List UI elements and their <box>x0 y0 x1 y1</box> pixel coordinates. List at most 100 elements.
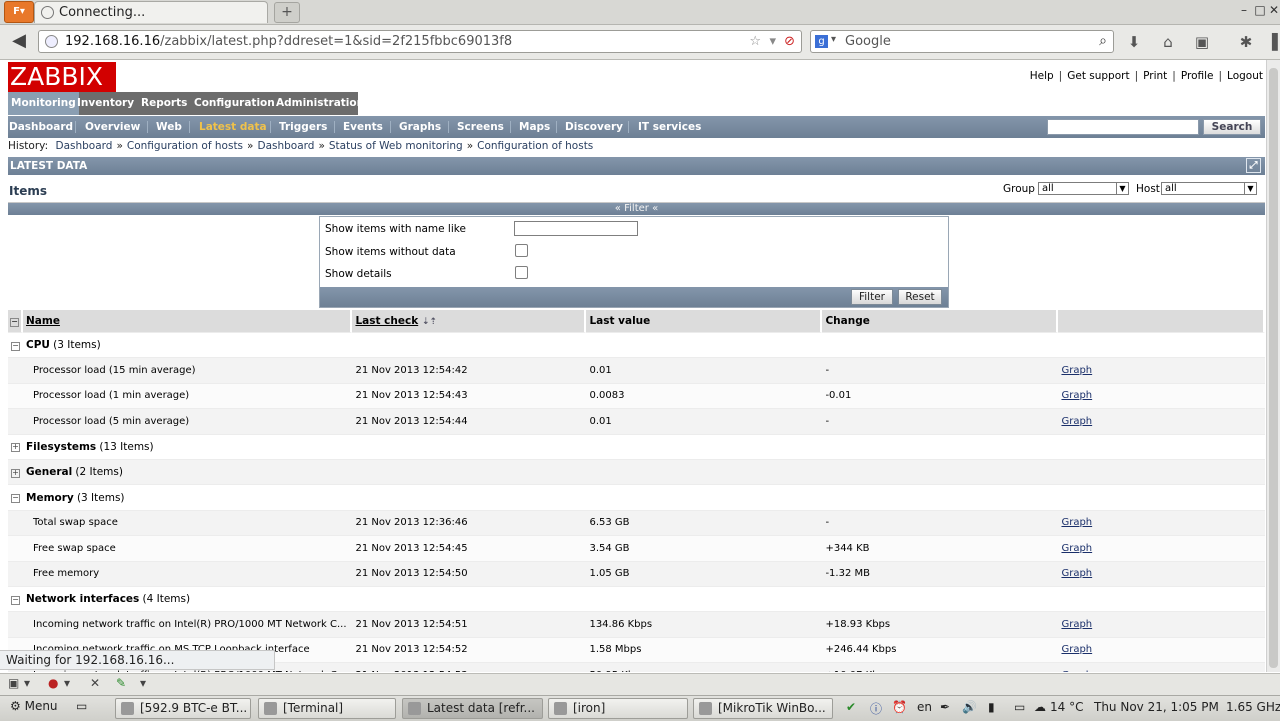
alarm-icon[interactable]: ⏰ <box>892 700 907 714</box>
new-tab-button[interactable]: + <box>274 2 300 23</box>
graph-link-cell[interactable]: Graph <box>1058 383 1265 410</box>
graph-link[interactable]: Graph <box>1061 390 1092 401</box>
info-icon[interactable]: ⓘ <box>870 700 882 717</box>
fullscreen-icon[interactable]: ⤢ <box>1246 158 1261 173</box>
graph-link[interactable]: Graph <box>1061 365 1092 376</box>
plugin-icon[interactable]: ✎ <box>116 676 126 690</box>
graph-link-cell[interactable]: Graph <box>1058 561 1265 587</box>
shield-icon[interactable]: ✔ <box>846 700 856 714</box>
profile-link[interactable]: Profile <box>1181 70 1214 82</box>
group-row[interactable]: − Network interfaces (4 Items) <box>8 586 1265 613</box>
collapse-icon[interactable]: − <box>11 341 20 351</box>
scrollbar-thumb[interactable] <box>1269 68 1278 668</box>
graph-link-cell[interactable]: Graph <box>1058 510 1265 537</box>
group-toggle-cell[interactable]: + <box>8 459 23 486</box>
clock[interactable]: Thu Nov 21, 1:05 PM <box>1094 700 1219 714</box>
history-link[interactable]: Configuration of hosts <box>477 140 593 152</box>
menu-reports[interactable]: Reports <box>138 92 190 115</box>
group-row[interactable]: + Filesystems (13 Items) <box>8 434 1265 460</box>
graph-link-cell[interactable]: Graph <box>1058 663 1265 672</box>
graph-link-cell[interactable]: Graph <box>1058 358 1265 384</box>
zabbix-search-button[interactable]: Search <box>1203 119 1261 135</box>
reset-button[interactable]: Reset <box>898 289 942 305</box>
collapse-icon[interactable]: − <box>11 494 20 504</box>
battery-icon[interactable]: ▭ <box>1014 700 1025 714</box>
close-icon[interactable]: ✕ <box>90 676 100 690</box>
graph-link[interactable]: Graph <box>1061 619 1092 630</box>
zabbix-search-input[interactable] <box>1047 119 1199 135</box>
graph-link[interactable]: Graph <box>1061 543 1092 554</box>
group-row[interactable]: − CPU (3 Items) <box>8 333 1265 359</box>
filter-toggle-bar[interactable]: « Filter « <box>8 203 1265 215</box>
addon-icon[interactable]: ▣ <box>1192 33 1212 51</box>
history-link[interactable]: Dashboard <box>257 140 314 152</box>
collapse-all-icon[interactable]: − <box>10 318 19 327</box>
name-header-label[interactable]: Name <box>23 315 60 327</box>
desktop-icon[interactable]: ▭ <box>76 699 87 713</box>
taskbar-task[interactable]: [MikroTik WinBo... <box>693 698 833 719</box>
last-check-column-header[interactable]: Last check ⇣⇡ <box>352 310 587 333</box>
collapse-all-cell[interactable]: − <box>8 310 23 333</box>
menu-inventory[interactable]: Inventory <box>74 92 137 115</box>
graph-link[interactable]: Graph <box>1061 670 1092 672</box>
graph-link[interactable]: Graph <box>1061 644 1092 655</box>
search-icon[interactable]: ⌕ <box>1099 33 1107 49</box>
taskbar-task[interactable]: [592.9 BTC-e BT... <box>115 698 251 719</box>
graph-link[interactable]: Graph <box>1061 416 1092 427</box>
menu-administration[interactable]: Administration <box>273 92 367 115</box>
graph-link-cell[interactable]: Graph <box>1058 637 1265 664</box>
bug-icon[interactable]: ✱ <box>1236 33 1256 51</box>
submenu-triggers[interactable]: Triggers <box>279 116 327 138</box>
name-like-input[interactable] <box>514 221 638 236</box>
group-row[interactable]: + General (2 Items) <box>8 459 1265 486</box>
logout-link[interactable]: Logout <box>1227 70 1263 82</box>
group-toggle-cell[interactable]: − <box>8 485 23 511</box>
graph-link-cell[interactable]: Graph <box>1058 409 1265 435</box>
expand-icon[interactable]: + <box>11 468 20 478</box>
taskbar-task[interactable]: Latest data [refr... <box>402 698 543 719</box>
group-select[interactable]: all ▼ <box>1038 182 1129 195</box>
submenu-discovery[interactable]: Discovery <box>565 116 623 138</box>
host-select[interactable]: all ▼ <box>1161 182 1257 195</box>
stop-icon[interactable]: ⊘ <box>784 34 795 49</box>
history-dropdown-icon[interactable]: ▾ <box>769 34 776 49</box>
google-icon[interactable]: g <box>815 35 828 48</box>
submenu-graphs[interactable]: Graphs <box>399 116 441 138</box>
collapse-icon[interactable]: − <box>11 595 20 605</box>
weather-icon[interactable]: ☁ <box>1034 700 1046 714</box>
group-toggle-cell[interactable]: + <box>8 434 23 460</box>
home-icon[interactable]: ⌂ <box>1158 33 1178 51</box>
submenu-web[interactable]: Web <box>156 116 182 138</box>
browser-tab[interactable]: Connecting... <box>34 1 268 23</box>
download-icon[interactable]: ⬇ <box>1124 33 1144 51</box>
taskbar-task[interactable]: [iron] <box>548 698 688 719</box>
submenu-it-services[interactable]: IT services <box>638 116 701 138</box>
get-support-link[interactable]: Get support <box>1067 70 1129 82</box>
group-row[interactable]: − Memory (3 Items) <box>8 485 1265 511</box>
start-menu[interactable]: ⚙ Menu <box>10 699 58 713</box>
last-check-header-label[interactable]: Last check <box>352 315 418 327</box>
group-toggle-cell[interactable]: − <box>8 586 23 613</box>
name-column-header[interactable]: Name <box>23 310 353 333</box>
graph-link[interactable]: Graph <box>1061 517 1092 528</box>
engine-dropdown-icon[interactable]: ▾ <box>831 34 836 45</box>
history-link[interactable]: Configuration of hosts <box>127 140 243 152</box>
taskbar-task[interactable]: [Terminal] <box>258 698 396 719</box>
submenu-overview[interactable]: Overview <box>85 116 140 138</box>
submenu-dashboard[interactable]: Dashboard <box>9 116 73 138</box>
adblock-icon[interactable]: ● <box>48 676 58 690</box>
submenu-maps[interactable]: Maps <box>519 116 550 138</box>
bookmark-star-icon[interactable]: ☆ <box>749 34 761 49</box>
help-link[interactable]: Help <box>1030 70 1054 82</box>
graph-link[interactable]: Graph <box>1061 568 1092 579</box>
submenu-latest-data[interactable]: Latest data <box>199 116 267 138</box>
language-indicator[interactable]: en <box>917 700 932 714</box>
minimize-icon[interactable]: – <box>1236 2 1252 18</box>
site-identity-icon[interactable] <box>45 35 58 48</box>
without-data-checkbox[interactable] <box>515 244 528 257</box>
firefox-menu-button[interactable]: F▾ <box>4 1 34 23</box>
filter-button[interactable]: Filter <box>851 289 893 305</box>
zabbix-logo[interactable]: ZABBIX <box>8 62 116 92</box>
expand-icon[interactable]: + <box>11 443 20 453</box>
page-scrollbar[interactable] <box>1266 60 1280 672</box>
